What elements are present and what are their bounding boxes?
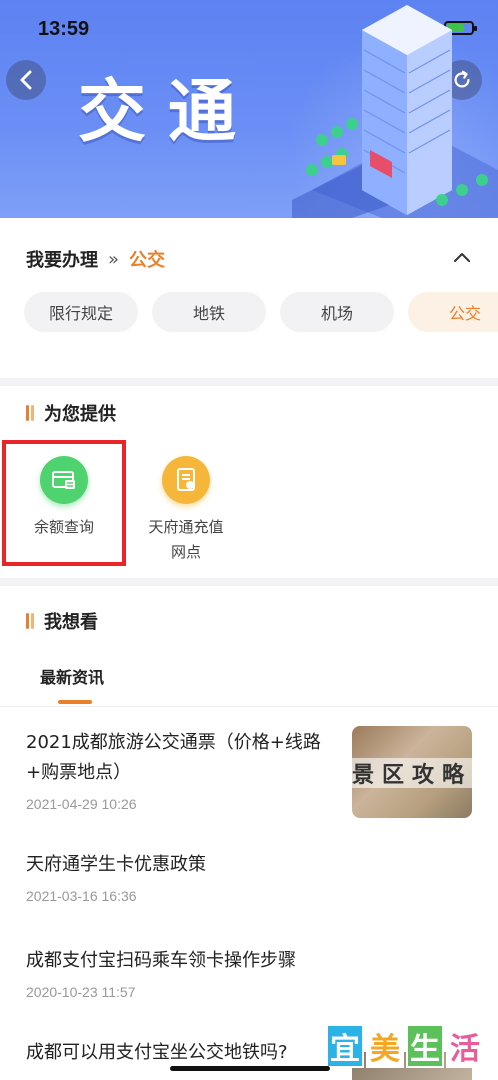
handle-label: 我要办理 <box>26 250 98 271</box>
recharge-outlets-label-line2: 网点 <box>170 543 201 561</box>
chevron-up-icon[interactable] <box>452 248 472 268</box>
recharge-outlets-label-line1: 天府通充值 <box>148 518 224 536</box>
news-title: 2021成都旅游公交通票（价格+线路+购票地点） <box>26 732 321 783</box>
services-title-text: 为您提供 <box>44 404 116 425</box>
title-bar-icon <box>26 405 34 421</box>
watch-title-text: 我想看 <box>44 612 98 633</box>
tab-latest-news[interactable]: 最新资讯 <box>40 664 104 688</box>
chip-metro[interactable]: 地铁 <box>152 292 266 332</box>
watermark-char: 宜 <box>326 1024 364 1068</box>
page-title: 交通 <box>78 73 259 152</box>
news-date: 2020-10-23 11:57 <box>26 984 136 1000</box>
news-item[interactable]: 成都可以用支付宝坐公交地铁吗? <box>26 1038 346 1068</box>
handle-breadcrumb: 我要办理 » 公交 <box>26 246 165 272</box>
section-divider <box>0 578 498 586</box>
breadcrumb-separator: » <box>108 248 120 270</box>
building-illustration <box>292 5 498 218</box>
thumbnail-text: 景区攻略 <box>352 758 472 788</box>
news-date: 2021-03-16 16:36 <box>26 888 137 904</box>
watermark-char: 活 <box>446 1024 484 1068</box>
recharge-outlets-service[interactable]: 天府通充值 网点 <box>126 456 246 562</box>
document-icon <box>162 456 210 504</box>
news-item[interactable]: 天府通学生卡优惠政策 2021-03-16 16:36 <box>26 850 346 904</box>
handle-current-category: 公交 <box>129 250 166 271</box>
category-chips: 限行规定 地铁 机场 公交 <box>24 292 498 332</box>
section-divider <box>0 378 498 386</box>
news-date: 2021-04-29 10:26 <box>26 796 137 812</box>
news-title: 成都支付宝扫码乘车领卡操作步骤 <box>26 950 296 971</box>
watermark-char: 美 <box>366 1024 404 1068</box>
news-title: 天府通学生卡优惠政策 <box>26 854 206 875</box>
services-title: 为您提供 <box>26 400 116 426</box>
highlight-box <box>2 440 126 566</box>
news-thumbnail[interactable]: 景区攻略 <box>352 726 472 818</box>
home-indicator <box>170 1066 330 1071</box>
news-title: 成都可以用支付宝坐公交地铁吗? <box>26 1042 288 1063</box>
back-button[interactable] <box>6 60 46 100</box>
header-banner: 13:59 交通 <box>0 0 498 218</box>
watermark-char: 生 <box>406 1024 444 1068</box>
chip-bus[interactable]: 公交 <box>408 292 498 332</box>
tab-active-indicator <box>58 700 92 704</box>
chip-airport[interactable]: 机场 <box>280 292 394 332</box>
watermark-logo: 宜 美 生 活 <box>326 1024 484 1068</box>
status-time: 13:59 <box>38 18 90 40</box>
chevron-left-icon <box>20 70 32 90</box>
tab-divider <box>0 706 498 707</box>
news-item[interactable]: 2021成都旅游公交通票（价格+线路+购票地点） 2021-04-29 10:2… <box>26 728 346 812</box>
news-item[interactable]: 成都支付宝扫码乘车领卡操作步骤 2020-10-23 11:57 <box>26 946 346 1000</box>
title-bar-icon <box>26 613 34 629</box>
watch-title: 我想看 <box>26 608 98 634</box>
chip-traffic-rules[interactable]: 限行规定 <box>24 292 138 332</box>
